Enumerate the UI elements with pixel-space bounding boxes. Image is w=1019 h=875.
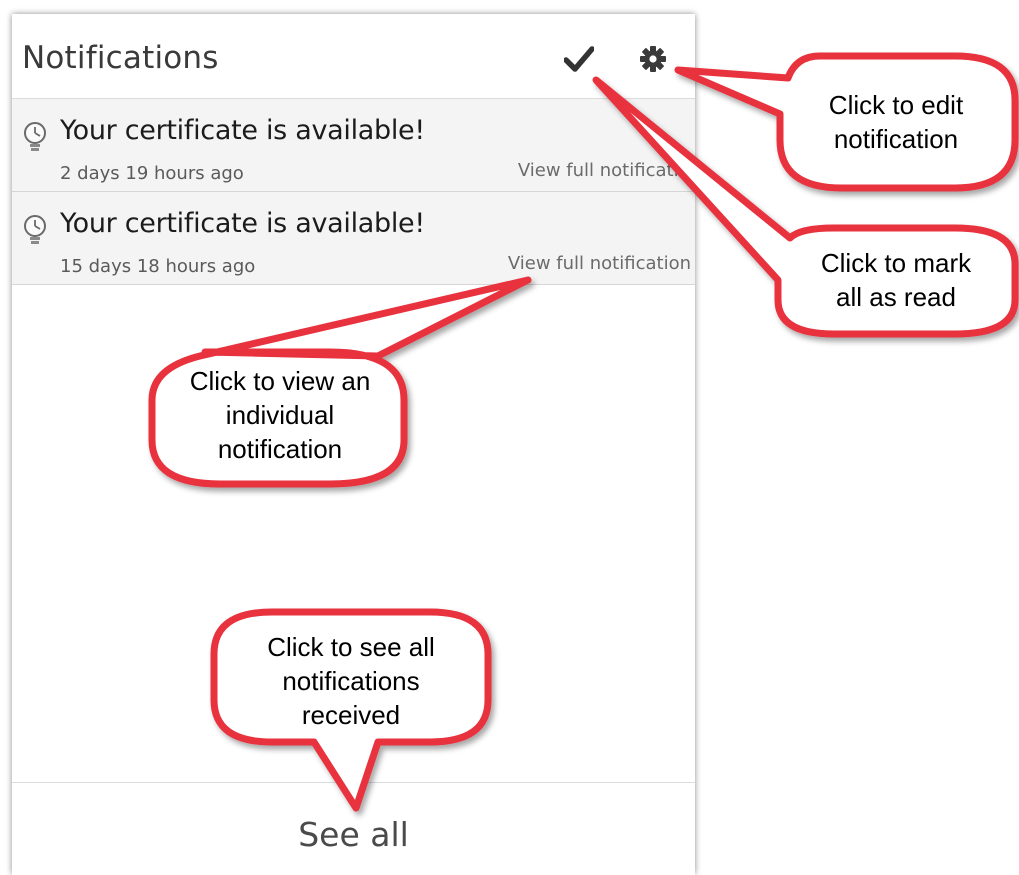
panel-title: Notifications xyxy=(22,40,219,76)
view-full-notification-link[interactable]: View full notification xyxy=(518,160,701,181)
notification-time: 15 days 18 hours ago xyxy=(60,256,256,277)
view-full-notification-link[interactable]: View full notification xyxy=(508,253,691,274)
notification-title: Your certificate is available! xyxy=(60,208,425,239)
callout-edit-text: Click to edit notification xyxy=(828,90,964,154)
panel-header: Notifications xyxy=(12,14,695,99)
panel-footer: See all xyxy=(12,782,695,875)
lightbulb-icon xyxy=(24,215,46,244)
notification-time: 2 days 19 hours ago xyxy=(60,163,244,184)
callout-view-text: Click to view an individual notification xyxy=(189,366,371,464)
callout-mark-read-text: Click to mark all as read xyxy=(820,248,972,312)
see-all-link[interactable]: See all xyxy=(12,815,695,854)
gear-icon[interactable] xyxy=(639,45,667,73)
notification-item[interactable]: Your certificate is available! 2 days 19… xyxy=(12,99,701,192)
checkmark-icon[interactable] xyxy=(564,46,594,72)
notification-title: Your certificate is available! xyxy=(60,115,425,146)
lightbulb-icon xyxy=(24,122,46,151)
callout-see-all-text: Click to see all notifications received xyxy=(267,632,435,730)
notification-item[interactable]: Your certificate is available! 15 days 1… xyxy=(12,192,695,285)
